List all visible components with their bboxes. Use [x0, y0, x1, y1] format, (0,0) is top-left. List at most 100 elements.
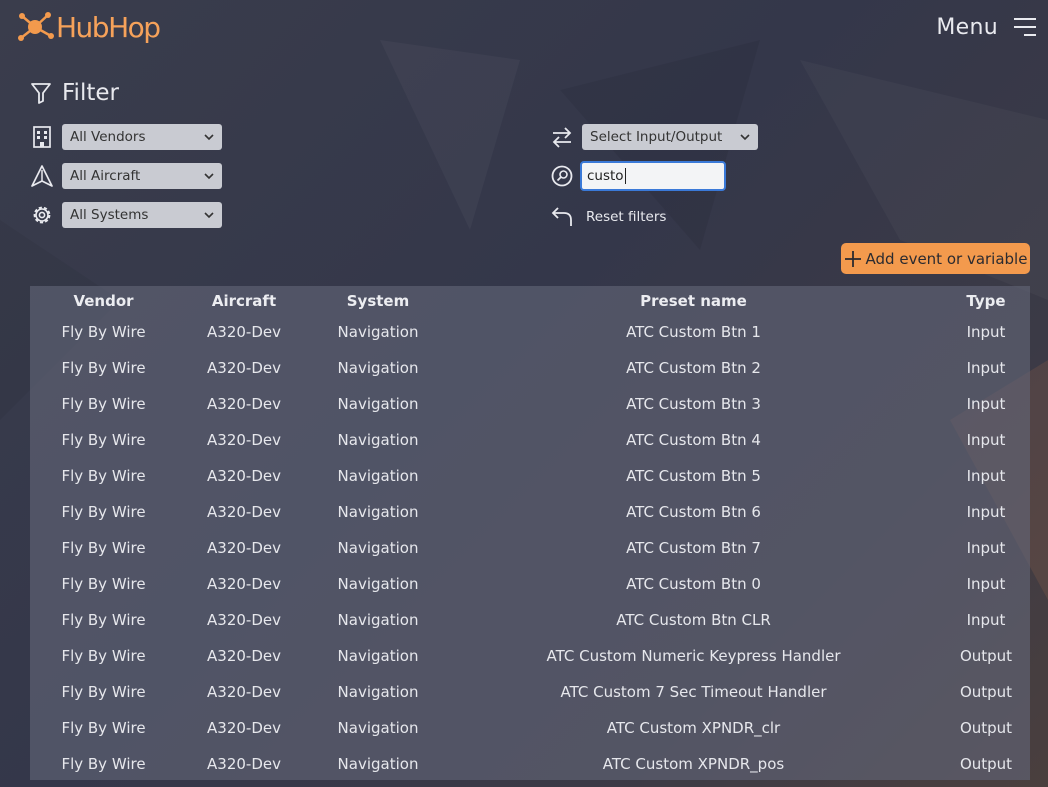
cell-type: Input	[966, 611, 1006, 629]
cell-system: Navigation	[337, 719, 419, 737]
column-header-aircraft[interactable]: Aircraft	[177, 292, 311, 310]
column-header-system[interactable]: System	[311, 292, 445, 310]
cell-preset-name: ATC Custom Btn 4	[626, 431, 761, 449]
cell-type: Input	[966, 359, 1006, 377]
vendor-select[interactable]: All Vendors	[62, 124, 222, 150]
cell-type: Input	[966, 539, 1006, 557]
table-row[interactable]: Fly By Wire A320-Dev Navigation ATC Custom …	[30, 674, 1030, 710]
column-header-preset-name[interactable]: Preset name	[445, 292, 942, 310]
table-row[interactable]: Fly By Wire A320-Dev Navigation ATC Custom …	[30, 746, 1030, 782]
table-header: Vendor Aircraft System Preset name Type	[30, 286, 1030, 315]
cell-aircraft: A320-Dev	[207, 683, 281, 701]
filter-title: Filter	[62, 80, 119, 106]
column-header-vendor[interactable]: Vendor	[30, 292, 177, 310]
cell-vendor: Fly By Wire	[61, 467, 146, 485]
cell-aircraft: A320-Dev	[207, 719, 281, 737]
table-row[interactable]: Fly By Wire A320-Dev Navigation ATC Custom …	[30, 602, 1030, 638]
cell-system: Navigation	[337, 323, 419, 341]
cell-type: Output	[959, 719, 1013, 737]
cell-preset-name: ATC Custom Btn 2	[626, 359, 761, 377]
cell-preset-name: ATC Custom 7 Sec Timeout Handler	[560, 683, 827, 701]
io-filter-row: Select Input/Output	[550, 124, 758, 150]
cell-type: Input	[966, 503, 1006, 521]
menu-icon	[1014, 18, 1036, 36]
aircraft-select-value: All Aircraft	[70, 168, 141, 184]
cell-aircraft: A320-Dev	[207, 359, 281, 377]
table-row[interactable]: Fly By Wire A320-Dev Navigation ATC Custom …	[30, 710, 1030, 746]
table-row[interactable]: Fly By Wire A320-Dev Navigation ATC Custom …	[30, 386, 1030, 422]
cell-preset-name: ATC Custom Numeric Keypress Handler	[546, 647, 841, 665]
cell-aircraft: A320-Dev	[207, 575, 281, 593]
search-input[interactable]: custo	[580, 161, 726, 191]
table-row[interactable]: Fly By Wire A320-Dev Navigation ATC Custom …	[30, 458, 1030, 494]
search-input-value: custo	[587, 168, 624, 184]
undo-icon	[550, 205, 574, 229]
swap-icon	[550, 125, 574, 149]
cell-system: Navigation	[337, 683, 419, 701]
cell-preset-name: ATC Custom Btn 6	[626, 503, 761, 521]
reset-filters-button[interactable]: Reset filters	[550, 205, 666, 229]
search-icon	[550, 164, 574, 188]
cell-vendor: Fly By Wire	[61, 395, 146, 413]
search-row: custo	[550, 161, 726, 191]
io-select[interactable]: Select Input/Output	[582, 124, 758, 150]
system-select[interactable]: All Systems	[62, 202, 222, 228]
cell-aircraft: A320-Dev	[207, 431, 281, 449]
menu-label: Menu	[936, 14, 998, 40]
table-row[interactable]: Fly By Wire A320-Dev Navigation ATC Custom …	[30, 638, 1030, 674]
app-logo[interactable]: HubHop	[18, 8, 161, 46]
building-icon	[30, 125, 54, 149]
hubhop-logo-icon	[18, 12, 54, 41]
add-event-button[interactable]: Add event or variable	[841, 243, 1030, 274]
table-row[interactable]: Fly By Wire A320-Dev Navigation ATC Custom …	[30, 530, 1030, 566]
table-row[interactable]: Fly By Wire A320-Dev Navigation ATC Custom …	[30, 494, 1030, 530]
cell-preset-name: ATC Custom XPNDR_clr	[606, 719, 781, 737]
cell-vendor: Fly By Wire	[61, 575, 146, 593]
cell-type: Input	[966, 323, 1006, 341]
vendor-filter-row: All Vendors	[30, 124, 222, 150]
table-row[interactable]: Fly By Wire A320-Dev Navigation ATC Custom …	[30, 422, 1030, 458]
cell-type: Output	[959, 755, 1013, 773]
app-name: HubHop	[56, 10, 161, 44]
filter-heading: Filter	[30, 78, 119, 108]
text-caret	[624, 168, 626, 184]
table-row[interactable]: Fly By Wire A320-Dev Navigation ATC Custom …	[30, 314, 1030, 350]
plus-icon	[844, 250, 861, 267]
cell-preset-name: ATC Custom XPNDR_pos	[602, 755, 785, 773]
cell-vendor: Fly By Wire	[61, 503, 146, 521]
cell-system: Navigation	[337, 359, 419, 377]
cell-preset-name: ATC Custom Btn CLR	[616, 611, 771, 629]
vendor-select-value: All Vendors	[70, 129, 146, 145]
column-header-type[interactable]: Type	[942, 292, 1030, 310]
cell-aircraft: A320-Dev	[207, 467, 281, 485]
table-row[interactable]: Fly By Wire A320-Dev Navigation ATC Custom …	[30, 566, 1030, 602]
chevron-down-icon	[204, 173, 214, 180]
cell-aircraft: A320-Dev	[207, 539, 281, 557]
cell-aircraft: A320-Dev	[207, 395, 281, 413]
cell-vendor: Fly By Wire	[61, 359, 146, 377]
gear-icon	[30, 203, 54, 227]
cell-type: Input	[966, 431, 1006, 449]
aircraft-select[interactable]: All Aircraft	[62, 163, 222, 189]
system-filter-row: All Systems	[30, 202, 222, 228]
reset-filters-label: Reset filters	[586, 209, 667, 225]
cell-type: Input	[966, 395, 1006, 413]
cell-type: Input	[966, 575, 1006, 593]
aircraft-filter-row: All Aircraft	[30, 163, 222, 189]
menu-button[interactable]: Menu	[936, 12, 1038, 42]
cell-preset-name: ATC Custom Btn 7	[626, 539, 761, 557]
system-select-value: All Systems	[70, 207, 149, 223]
cell-aircraft: A320-Dev	[207, 755, 281, 773]
table-row[interactable]: Fly By Wire A320-Dev Navigation ATC Custom …	[30, 350, 1030, 386]
aircraft-icon	[30, 164, 54, 188]
top-bar: HubHop Menu	[0, 0, 1048, 54]
cell-system: Navigation	[337, 395, 419, 413]
cell-system: Navigation	[337, 539, 419, 557]
cell-aircraft: A320-Dev	[207, 503, 281, 521]
cell-vendor: Fly By Wire	[61, 755, 146, 773]
cell-system: Navigation	[337, 755, 419, 773]
cell-vendor: Fly By Wire	[61, 719, 146, 737]
cell-aircraft: A320-Dev	[207, 611, 281, 629]
cell-vendor: Fly By Wire	[61, 431, 146, 449]
cell-type: Output	[959, 683, 1013, 701]
